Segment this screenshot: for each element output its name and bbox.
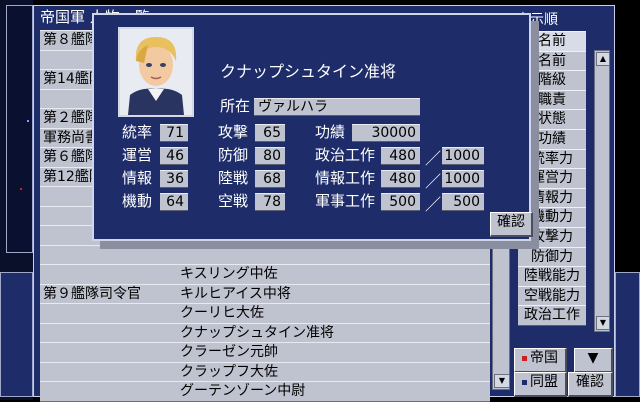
scroll-up-icon[interactable]: ▲ [596,52,610,66]
list-item[interactable]: クラーゼン元帥 [40,342,490,363]
combat-value: 68 [255,170,285,188]
operation-value: 500 [381,193,420,211]
combat-value: 65 [255,124,285,142]
sort-option[interactable]: 政治工作 [518,305,586,327]
combat-label: 空戦 [218,192,249,210]
operation-max: 1000 [442,147,484,165]
stat-value: 36 [160,170,188,188]
alliance-label: 同盟 [530,374,558,390]
operation-value: 480 [381,170,420,188]
combat-value: 78 [255,193,285,211]
stat-value: 64 [160,193,188,211]
sort-option[interactable]: 防御力 [518,246,586,268]
detail-confirm-button[interactable]: 確認 [490,212,533,237]
list-item-name: キルヒアイス中将 [180,285,291,302]
background-window-right [615,272,640,397]
location-value: ヴァルハラ [254,98,420,116]
list-item-name: グーテンゾーン中尉 [180,383,306,399]
star-icon [27,120,29,122]
empire-radio[interactable]: 帝国 [514,348,567,373]
scroll-down-icon[interactable]: ▼ [494,374,510,388]
list-item-position: 軍務尚書 [43,129,99,146]
sort-scrollbar[interactable]: ▲ ▼ [594,50,610,332]
slash-separator: ／ [425,149,442,168]
radio-selected-icon [522,355,527,361]
list-item-position: 第９艦隊司令官 [43,285,141,302]
next-button[interactable]: ▼ [574,348,613,373]
scroll-down-icon[interactable]: ▼ [596,316,610,330]
operation-max: 1000 [442,170,484,188]
slash-separator: ／ [425,172,442,191]
list-item-name: クーリヒ大佐 [180,305,264,321]
background-window [6,5,33,253]
list-item-name: キスリング中佐 [180,266,278,282]
character-name: クナップシュタイン准将 [220,62,397,81]
background-window-lower [0,272,33,397]
list-item[interactable]: キスリング中佐 [40,264,490,285]
slash-separator: ／ [425,195,442,214]
combat-label: 防御 [218,146,249,164]
sort-option[interactable]: 空戦能力 [518,285,586,307]
list-item-name: クラップフ大佐 [180,363,278,380]
stat-label: 運営 [122,146,153,164]
alliance-radio[interactable]: 同盟 [514,372,567,397]
list-item[interactable]: グーテンゾーン中尉 [40,381,490,402]
confirm-button[interactable]: 確認 [568,372,613,397]
list-item[interactable]: クーリヒ大佐 [40,303,490,324]
list-item[interactable]: クラップフ大佐 [40,361,490,383]
radio-unselected-icon [522,379,527,385]
operation-label: 情報工作 [315,169,376,187]
merit-value: 30000 [352,124,420,142]
operation-label: 政治工作 [315,146,376,164]
list-item-position: 第８艦隊 [43,32,99,48]
operation-value: 480 [381,147,420,165]
list-item-position: 第６艦隊 [43,149,99,165]
stat-label: 統率 [122,123,153,141]
stat-label: 機動 [122,192,153,210]
list-item[interactable]: 第９艦隊司令官 キルヒアイス中将 [40,283,490,305]
sort-option[interactable]: 陸戦能力 [518,266,586,288]
empire-label: 帝国 [530,350,558,366]
stat-value: 71 [160,124,188,142]
operation-label: 軍事工作 [315,192,376,210]
combat-label: 陸戦 [218,169,249,187]
list-item-position: 第２艦隊 [43,110,99,126]
merit-label: 功績 [315,123,346,141]
star-icon [20,188,22,190]
list-item[interactable] [40,244,490,266]
character-portrait [118,27,194,117]
stat-value: 46 [160,147,188,165]
list-item[interactable]: クナップシュタイン准将 [40,322,490,344]
location-label: 所在 [220,97,251,115]
list-item-name: クナップシュタイン准将 [180,324,334,341]
stat-label: 情報 [122,169,153,187]
combat-value: 80 [255,147,285,165]
operation-max: 500 [442,193,484,211]
portrait-image [120,29,192,115]
list-item-name: クラーゼン元帥 [180,344,278,360]
combat-label: 攻撃 [218,123,249,141]
